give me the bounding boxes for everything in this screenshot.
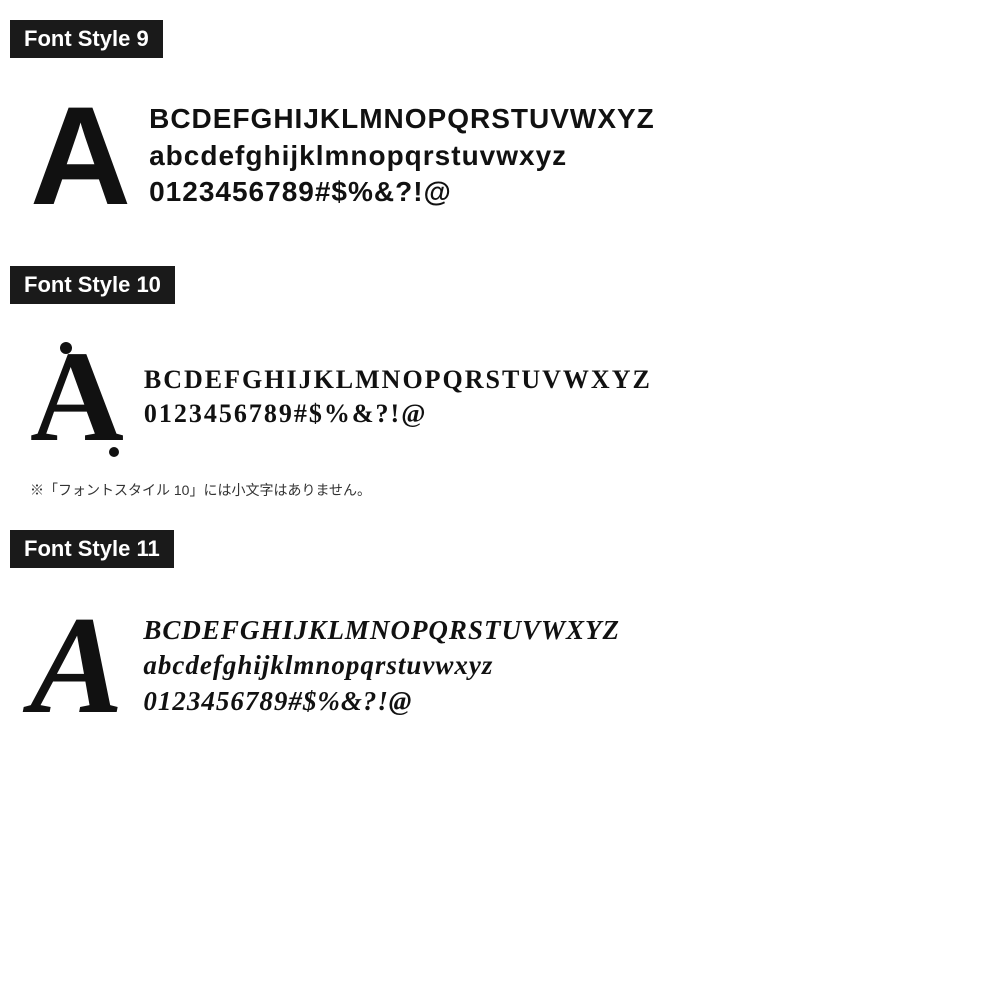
char-row-10-1: BCDEFGHIJKLMNOPQRSTUVWXYZ	[144, 363, 652, 397]
section-title-10: Font Style 10	[10, 266, 175, 304]
big-letter-11: A	[30, 596, 123, 736]
char-row-9-1: BCDEFGHIJKLMNOPQRSTUVWXYZ	[149, 101, 655, 137]
big-letter-10: A	[30, 332, 124, 462]
char-row-9-2: abcdefghijklmnopqrstuvwxyz	[149, 138, 655, 174]
char-row-11-3: 0123456789#$%&?!@	[143, 684, 620, 719]
char-rows-10: BCDEFGHIJKLMNOPQRSTUVWXYZ 0123456789#$%&…	[144, 363, 652, 431]
font-preview-11: A BCDEFGHIJKLMNOPQRSTUVWXYZ abcdefghijkl…	[10, 586, 990, 746]
font-section-10: Font Style 10 A BCDEFGHIJKLMNOPQRSTUVWXY…	[10, 266, 990, 500]
font-section-9: Font Style 9 A BCDEFGHIJKLMNOPQRSTUVWXYZ…	[10, 20, 990, 236]
section-title-9: Font Style 9	[10, 20, 163, 58]
section-title-11: Font Style 11	[10, 530, 174, 568]
char-rows-9: BCDEFGHIJKLMNOPQRSTUVWXYZ abcdefghijklmn…	[149, 101, 655, 210]
char-row-9-3: 0123456789#$%&?!@	[149, 174, 655, 210]
big-letter-9: A	[30, 86, 129, 226]
char-row-11-2: abcdefghijklmnopqrstuvwxyz	[143, 648, 620, 683]
note-10: ※「フォントスタイル 10」には小文字はありません。	[10, 480, 990, 500]
char-rows-11: BCDEFGHIJKLMNOPQRSTUVWXYZ abcdefghijklmn…	[143, 613, 620, 718]
page-container: Font Style 9 A BCDEFGHIJKLMNOPQRSTUVWXYZ…	[0, 0, 1000, 1000]
font-preview-10: A BCDEFGHIJKLMNOPQRSTUVWXYZ 0123456789#$…	[10, 322, 990, 472]
font-preview-9: A BCDEFGHIJKLMNOPQRSTUVWXYZ abcdefghijkl…	[10, 76, 990, 236]
char-row-11-1: BCDEFGHIJKLMNOPQRSTUVWXYZ	[143, 613, 620, 648]
font-section-11: Font Style 11 A BCDEFGHIJKLMNOPQRSTUVWXY…	[10, 530, 990, 746]
char-row-10-2: 0123456789#$%&?!@	[144, 397, 652, 431]
